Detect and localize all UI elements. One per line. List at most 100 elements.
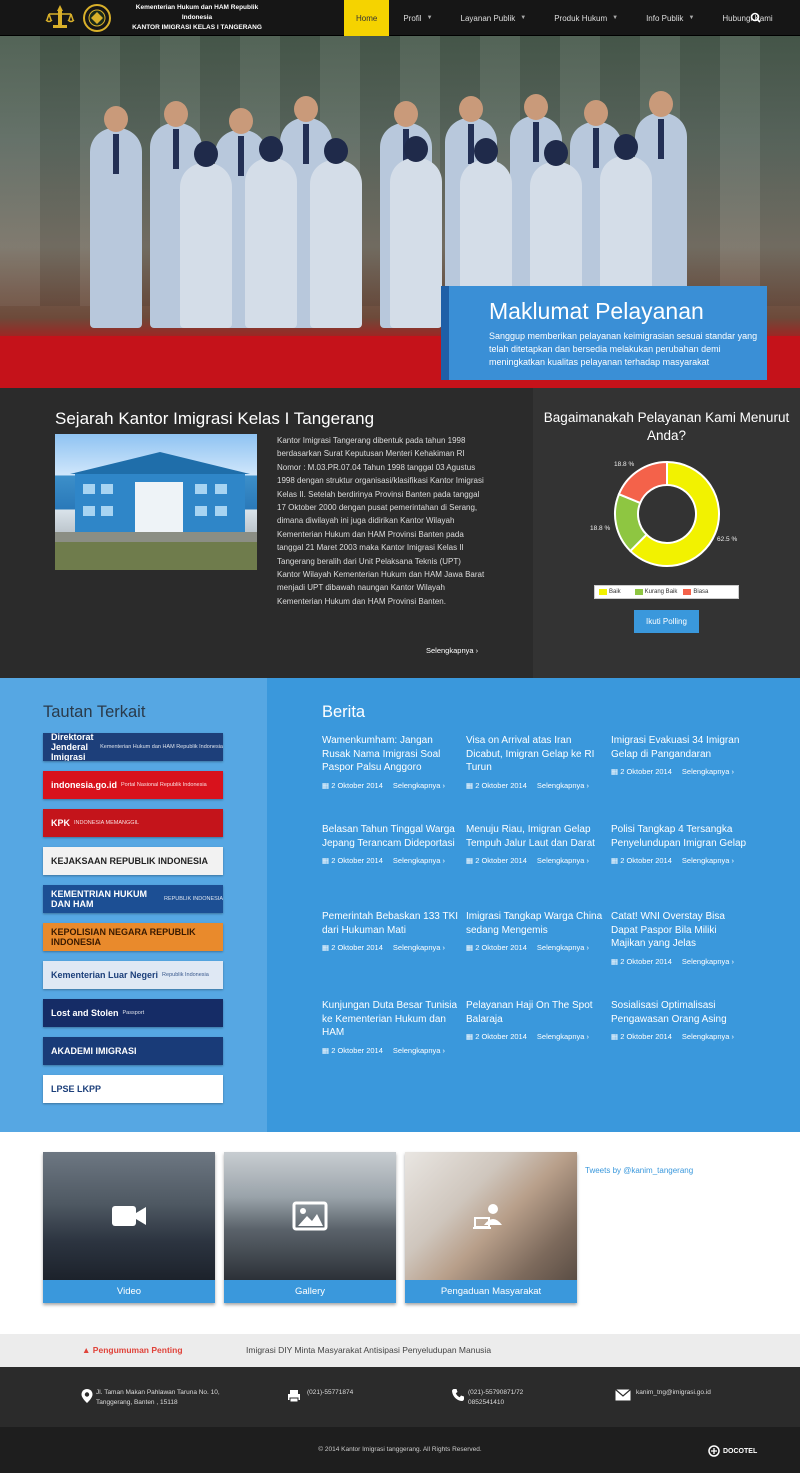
maklumat-title: Maklumat Pelayanan: [489, 298, 704, 324]
imigrasi-logo[interactable]: [80, 3, 114, 33]
news-title-link[interactable]: Imigrasi Evakuasi 34 Imigran Gelap di Pa…: [611, 734, 751, 761]
chevron-down-icon: ▼: [612, 15, 619, 21]
pengaduan-card[interactable]: Pengaduan Masyarakat: [405, 1152, 577, 1303]
news-item: Polisi Tangkap 4 Tersangka Penyelundupan…: [611, 823, 751, 865]
related-link-banner[interactable]: indonesia.go.id Portal Nasional Republik …: [43, 771, 223, 799]
legend-swatch: [683, 589, 692, 595]
related-link-sublabel: Portal Nasional Republik Indonesia: [121, 782, 207, 788]
news-date: ▦ 2 Oktober 2014: [466, 943, 527, 952]
related-link-banner[interactable]: KEJAKSAAN REPUBLIK INDONESIA: [43, 847, 223, 875]
nav-profil[interactable]: Profil ▼: [389, 0, 446, 36]
news-date-text: 2 Oktober 2014: [475, 856, 527, 865]
news-read-more-link[interactable]: Selengkapnya ›: [682, 856, 734, 865]
legend-label: Biasa: [693, 589, 709, 595]
news-read-more-link[interactable]: Selengkapnya ›: [537, 856, 589, 865]
news-read-more-link[interactable]: Selengkapnya ›: [682, 957, 734, 966]
berita-section: Berita Wamenkumham: Jangan Rusak Nama Im…: [267, 678, 800, 1132]
news-read-more-link[interactable]: Selengkapnya ›: [537, 943, 589, 952]
related-link-banner[interactable]: AKADEMI IMIGRASI: [43, 1037, 223, 1065]
pengumuman-label-text: Pengumuman Penting: [92, 1345, 183, 1355]
legend-item: Biasa: [683, 589, 708, 595]
nav-info-publik[interactable]: Info Publik ▼: [632, 0, 708, 36]
related-link-sublabel: Kementerian Hukum dan HAM Republik Indon…: [100, 744, 223, 750]
calendar-icon: ▦: [466, 943, 474, 952]
person-figure: [180, 141, 232, 328]
news-read-more-link[interactable]: Selengkapnya ›: [537, 781, 589, 790]
phone-line-2: 0852541410: [468, 1399, 505, 1406]
related-link-sublabel: INDONESIA MEMANGGIL: [74, 820, 140, 826]
news-date: ▦ 2 Oktober 2014: [322, 856, 383, 865]
news-read-more-link[interactable]: Selengkapnya ›: [393, 943, 445, 952]
nav-layanan-publik[interactable]: Layanan Publik ▼: [447, 0, 541, 36]
image-icon: [290, 1200, 330, 1232]
twitter-feed-link[interactable]: Tweets by @kanim_tangerang: [585, 1166, 693, 1175]
calendar-icon: ▦: [322, 780, 330, 790]
news-title-link[interactable]: Menuju Riau, Imigran Gelap Tempuh Jalur …: [466, 823, 606, 850]
gallery-card[interactable]: Gallery: [224, 1152, 396, 1303]
maklumat-panel: Maklumat Pelayanan Sanggup memberikan pe…: [441, 286, 767, 380]
news-read-more-link[interactable]: Selengkapnya ›: [682, 767, 734, 776]
news-read-more-link[interactable]: Selengkapnya ›: [393, 781, 445, 790]
contact-phone: (021)-55790871/72 0852541410: [468, 1388, 523, 1408]
nav-home[interactable]: Home: [344, 0, 390, 36]
kemenkumham-logo[interactable]: [44, 3, 76, 33]
calendar-icon: ▦: [611, 856, 619, 865]
news-date-text: 2 Oktober 2014: [475, 780, 527, 790]
top-navbar: Kementerian Hukum dan HAM Republik Indon…: [0, 0, 800, 36]
related-link-sublabel: Republik Indonesia: [162, 972, 209, 978]
news-read-more-link[interactable]: Selengkapnya ›: [682, 1032, 734, 1041]
news-title-link[interactable]: Wamenkumham: Jangan Rusak Nama Imigrasi …: [322, 734, 462, 775]
news-read-more-link[interactable]: Selengkapnya ›: [393, 1046, 445, 1055]
news-title-link[interactable]: Sosialisasi Optimalisasi Pengawasan Oran…: [611, 999, 751, 1026]
related-link-banner[interactable]: KEPOLISIAN NEGARA REPUBLIK INDONESIA: [43, 923, 223, 951]
news-meta: ▦ 2 Oktober 2014 Selengkapnya ›: [322, 1046, 462, 1055]
news-title-link[interactable]: Catat! WNI Overstay Bisa Dapat Paspor Bi…: [611, 910, 751, 951]
contact-fax: (021)-55771874: [307, 1389, 354, 1396]
news-title-link[interactable]: Pemerintah Bebaskan 133 TKI dari Hukuman…: [322, 910, 462, 937]
search-icon[interactable]: [748, 10, 764, 26]
tautan-title: Tautan Terkait: [43, 703, 146, 721]
news-item: Belasan Tahun Tinggal Warga Jepang Teran…: [322, 823, 462, 865]
main-nav: Home Profil ▼ Layanan Publik ▼ Produk Huku…: [344, 0, 787, 36]
related-link-label: KPK: [51, 818, 71, 828]
news-read-more-link[interactable]: Selengkapnya ›: [537, 1032, 589, 1041]
related-link-banner[interactable]: Kementerian Luar Negeri Republik Indonesi…: [43, 961, 223, 989]
news-item: Catat! WNI Overstay Bisa Dapat Paspor Bi…: [611, 910, 751, 966]
news-title-link[interactable]: Visa on Arrival atas Iran Dicabut, Imigr…: [466, 734, 606, 775]
related-link-banner[interactable]: KEMENTRIAN HUKUM DAN HAM REPUBLIK INDONES…: [43, 885, 223, 913]
related-link-banner[interactable]: KPK INDONESIA MEMANGGIL: [43, 809, 223, 837]
news-date-text: 2 Oktober 2014: [331, 780, 383, 790]
phone-icon: [451, 1388, 465, 1402]
person-figure: [310, 138, 362, 328]
related-link-banner[interactable]: LPSE LKPP: [43, 1075, 223, 1103]
news-item: Visa on Arrival atas Iran Dicabut, Imigr…: [466, 734, 606, 790]
news-title-link[interactable]: Pelayanan Haji On The Spot Balaraja: [466, 999, 606, 1026]
contact-footer: Jl. Taman Makan Pahlawan Taruna No. 10, …: [0, 1367, 800, 1427]
brand-ministry: Kementerian Hukum dan HAM Republik Indon…: [135, 4, 259, 21]
news-title-link[interactable]: Imigrasi Tangkap Warga China sedang Meng…: [466, 910, 606, 937]
video-card[interactable]: Video: [43, 1152, 215, 1303]
fax-printer-icon: [287, 1389, 301, 1403]
related-link-banner[interactable]: Lost and Stolen Passport: [43, 999, 223, 1027]
address-line-1: Jl. Taman Makan Pahlawan Taruna No. 10,: [96, 1389, 220, 1396]
nav-produk-hukum[interactable]: Produk Hukum ▼: [540, 0, 632, 36]
news-date-text: 2 Oktober 2014: [331, 943, 383, 952]
legend-swatch: [634, 589, 643, 595]
sejarah-read-more-link[interactable]: Selengkapnya ›: [426, 646, 478, 655]
ikuti-polling-button[interactable]: Ikuti Polling: [634, 610, 699, 633]
tautan-terkait-section: Tautan Terkait Direktorat Jenderal Imigr…: [0, 678, 267, 1132]
news-item: Imigrasi Tangkap Warga China sedang Meng…: [466, 910, 606, 952]
related-link-banner[interactable]: Direktorat Jenderal Imigrasi Kementerian …: [43, 733, 223, 761]
calendar-icon: ▦: [322, 943, 330, 952]
news-date-text: 2 Oktober 2014: [331, 1045, 383, 1055]
pengumuman-text[interactable]: Imigrasi DIY Minta Masyarakat Antisipasi…: [246, 1345, 491, 1355]
related-link-sublabel: Passport: [122, 1010, 145, 1016]
docotel-credit[interactable]: DOCOTEL: [708, 1445, 757, 1457]
contact-email[interactable]: kanim_tng@imigrasi.go.id: [636, 1388, 711, 1398]
news-title-link[interactable]: Belasan Tahun Tinggal Warga Jepang Teran…: [322, 823, 462, 850]
news-read-more-link[interactable]: Selengkapnya ›: [393, 856, 445, 865]
news-title-link[interactable]: Kunjungan Duta Besar Tunisia ke Kementer…: [322, 999, 462, 1040]
calendar-icon: ▦: [466, 780, 474, 790]
legend-label: Kurang Baik: [644, 589, 678, 595]
news-title-link[interactable]: Polisi Tangkap 4 Tersangka Penyelundupan…: [611, 823, 751, 850]
